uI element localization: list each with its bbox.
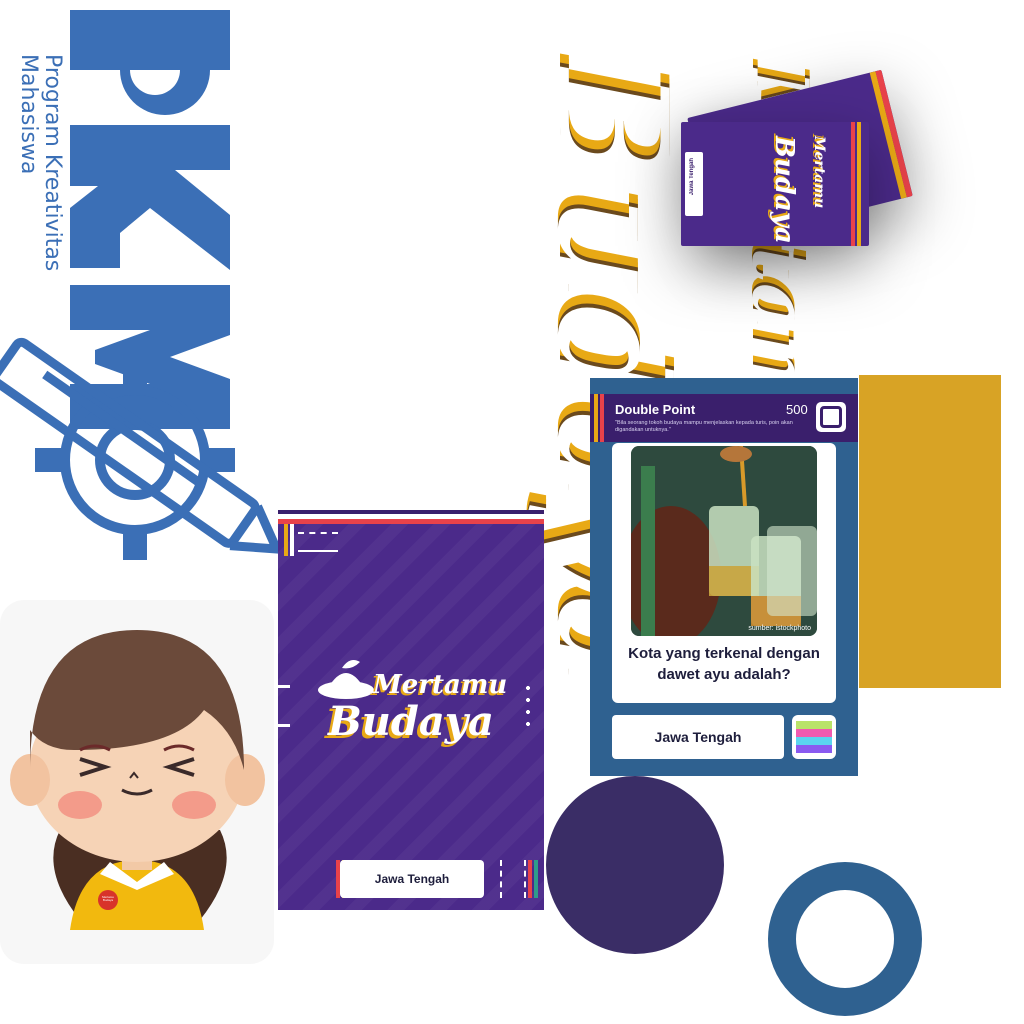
mertamu-budaya-title: Mertamu Budaya [260,60,825,692]
mini-card-title: Budaya [769,136,799,244]
avatar: Mertamu Budaya [0,600,274,964]
rule-icon [816,402,846,432]
card-back-title-line1: Mertamu [373,670,508,700]
photo-credit: sumber: istockphoto [748,625,811,632]
answer-label: Jawa Tengah [654,729,742,745]
question-card-label: Double Point [615,402,696,417]
card-back: Mertamu Budaya Jawa Tengah [278,510,544,910]
region-pattern-icon [792,715,836,759]
pkm-subtitle-line2: Mahasiswa [16,54,41,175]
mini-card-front: Jawa Tengah Budaya Mertamu [681,122,869,246]
card-back-title-line2: Budaya [328,698,494,745]
pattern-icon [500,860,526,898]
pattern-icon [298,532,338,552]
mini-card-side-label: Jawa Tengah [689,158,695,196]
card-back-region: Jawa Tengah [374,872,450,886]
question-card: Double Point 500 "Bila seorang tokoh bud… [590,378,858,776]
blue-ring [768,862,922,1016]
tapestry-hat-icon [316,660,376,700]
pkm-subtitle-line1: Program Kreativitas [40,54,65,272]
answer-button[interactable]: Jawa Tengah [612,715,784,759]
pkm-subtitle: Program Kreativitas Mahasiswa [16,54,65,334]
avatar-badge: Mertamu Budaya [102,895,114,902]
question-card-rule: "Bila seorang tokoh budaya mampu menjela… [615,420,793,433]
avatar-illustration [10,630,265,930]
dark-circle [546,776,724,954]
question-text: Kota yang terkenal dengan dawet ayu adal… [628,645,820,683]
question-card-header: Double Point 500 "Bila seorang tokoh bud… [590,394,858,442]
gold-rectangle [859,375,1001,688]
dawet-photo: sumber: istockphoto [631,446,817,636]
card-back-region-pill: Jawa Tengah [340,860,484,898]
question-card-points: 500 [786,402,808,417]
mini-card-subtitle: Mertamu [811,136,827,209]
